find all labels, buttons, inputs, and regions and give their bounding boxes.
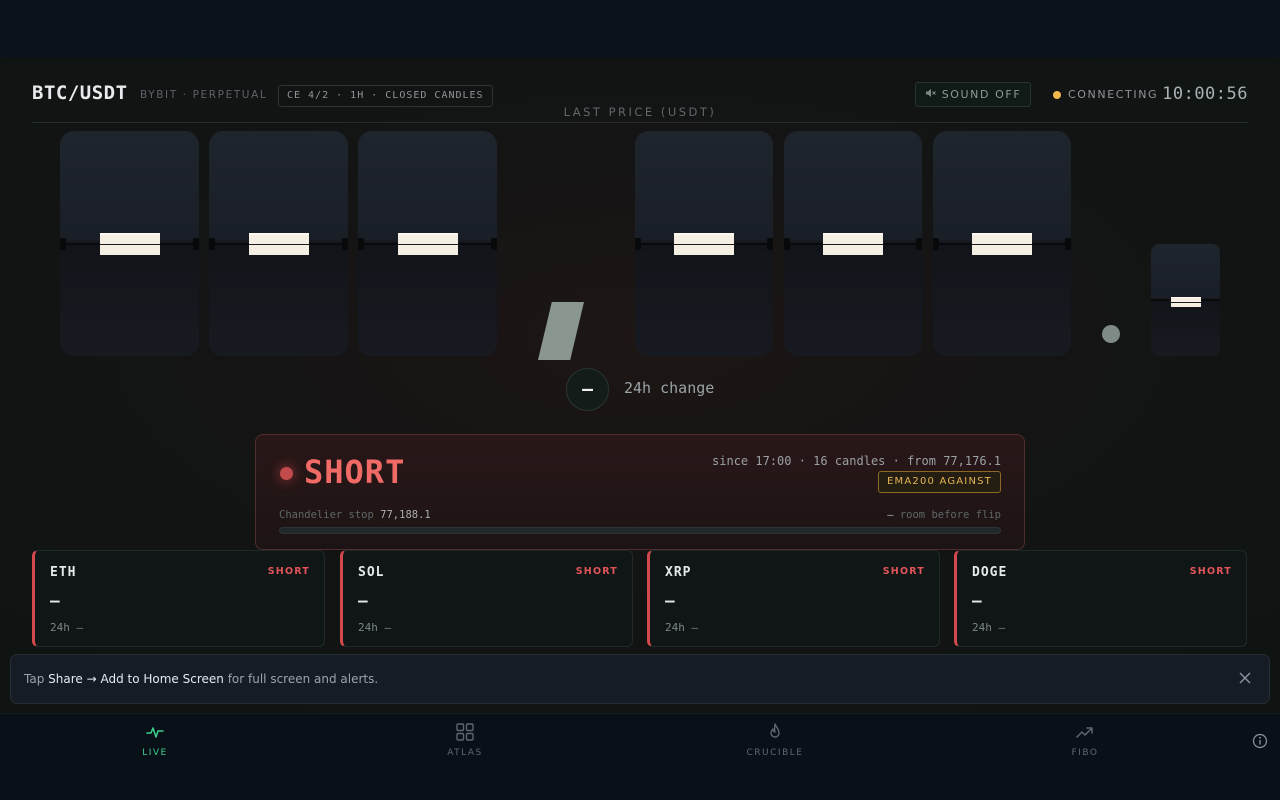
change-label: 24h change [624,379,715,397]
placeholder-dash-icon [248,232,309,255]
placeholder-dash-icon [972,232,1032,255]
ema-badge: EMA200 AGAINST [878,471,1001,493]
placeholder-dash-icon [397,232,458,255]
pulse-icon [145,722,165,742]
room-value: — [887,509,894,521]
banner-share-word: Share [48,672,83,686]
pair-title: BTC/USDT [32,82,128,104]
nav-item-live[interactable]: LIVE [105,722,205,766]
asset-card[interactable]: ETH SHORT — 24h — [32,550,325,647]
change-indicator: — [566,368,609,411]
nav-item-crucible[interactable]: CRUCIBLE [725,722,825,766]
nav-item-atlas[interactable]: ATLAS [415,722,515,766]
asset-direction: SHORT [267,566,310,577]
sound-toggle-label: SOUND OFF [941,88,1022,101]
asset-symbol: XRP [665,565,692,580]
sound-toggle-button[interactable]: SOUND OFF [915,82,1031,107]
nav-label: FIBO [1071,748,1099,758]
asset-change: 24h — [50,621,84,634]
trend-up-icon [1075,722,1095,742]
signal-since: since 17:00 · 16 candles · from 77,176.1 [712,454,1001,468]
grid-icon [455,722,475,742]
asset-card[interactable]: XRP SHORT — 24h — [647,550,940,647]
asset-direction: SHORT [1189,566,1232,577]
price-digit-flap [209,131,348,356]
clock: 10:00:56 [1162,84,1248,104]
install-banner: Tap Share → Add to Home Screen for full … [10,654,1270,704]
signal-panel: SHORT since 17:00 · 16 candles · from 77… [255,434,1025,550]
price-digit-flap [784,131,922,356]
placeholder-dash-icon [99,232,160,255]
banner-text-post: for full screen and alerts. [223,672,379,686]
room-info: — room before flip [887,509,1001,521]
close-icon[interactable] [1235,669,1255,689]
header-divider [32,122,1248,123]
asset-card[interactable]: SOL SHORT — 24h — [340,550,633,647]
bottom-nav: LIVE ATLAS CRUCIBLE FIBO [0,713,1280,800]
stop-info: Chandelier stop 77,188.1 [279,509,431,521]
placeholder-dash-icon [674,232,734,255]
room-progress-bar [279,527,1001,534]
price-digit-flap [60,131,199,356]
price-digit-flap [358,131,497,356]
nav-item-fibo[interactable]: FIBO [1035,722,1135,766]
price-digit-flap [933,131,1071,356]
price-decimal-flap [1151,244,1220,356]
banner-add-home-word: Add to Home Screen [100,672,224,686]
asset-price: — [50,591,60,610]
last-price-label: LAST PRICE (USDT) [563,105,717,119]
flame-icon [765,722,785,742]
info-icon[interactable] [1252,733,1268,749]
stop-value: 77,188.1 [380,509,431,521]
asset-price: — [972,591,982,610]
signal-direction: SHORT [304,453,406,491]
nav-label: ATLAS [447,748,483,758]
top-safe-area [0,0,1280,58]
asset-direction: SHORT [575,566,618,577]
price-digit-flap [635,131,773,356]
nav-label: LIVE [142,748,168,758]
asset-change: 24h — [665,621,699,634]
asset-card[interactable]: DOGE SHORT — 24h — [954,550,1247,647]
connection-label: CONNECTING [1068,88,1159,101]
asset-symbol: ETH [50,565,77,580]
placeholder-dash-icon [823,232,883,255]
banner-arrow: → [82,672,101,686]
signal-dot-icon [280,467,293,480]
nav-label: CRUCIBLE [746,748,804,758]
asset-price: — [358,591,368,610]
stop-label: Chandelier stop [279,509,374,521]
asset-change: 24h — [358,621,392,634]
decimal-point-icon [1102,325,1120,343]
asset-price: — [665,591,675,610]
asset-symbol: DOGE [972,565,1008,580]
speaker-muted-icon [925,88,936,101]
status-dot-icon [1053,90,1061,99]
banner-text-pre: Tap [24,672,49,686]
placeholder-dash-icon [1170,297,1201,307]
asset-symbol: SOL [358,565,385,580]
asset-change: 24h — [972,621,1006,634]
room-label: room before flip [899,509,1001,521]
install-banner-text: Tap Share → Add to Home Screen for full … [24,672,378,686]
asset-direction: SHORT [882,566,925,577]
mode-badge: CE 4/2 · 1H · CLOSED CANDLES [278,85,493,107]
exchange-label: BYBIT · PERPETUAL [140,89,268,101]
connection-status: CONNECTING [1053,88,1158,101]
